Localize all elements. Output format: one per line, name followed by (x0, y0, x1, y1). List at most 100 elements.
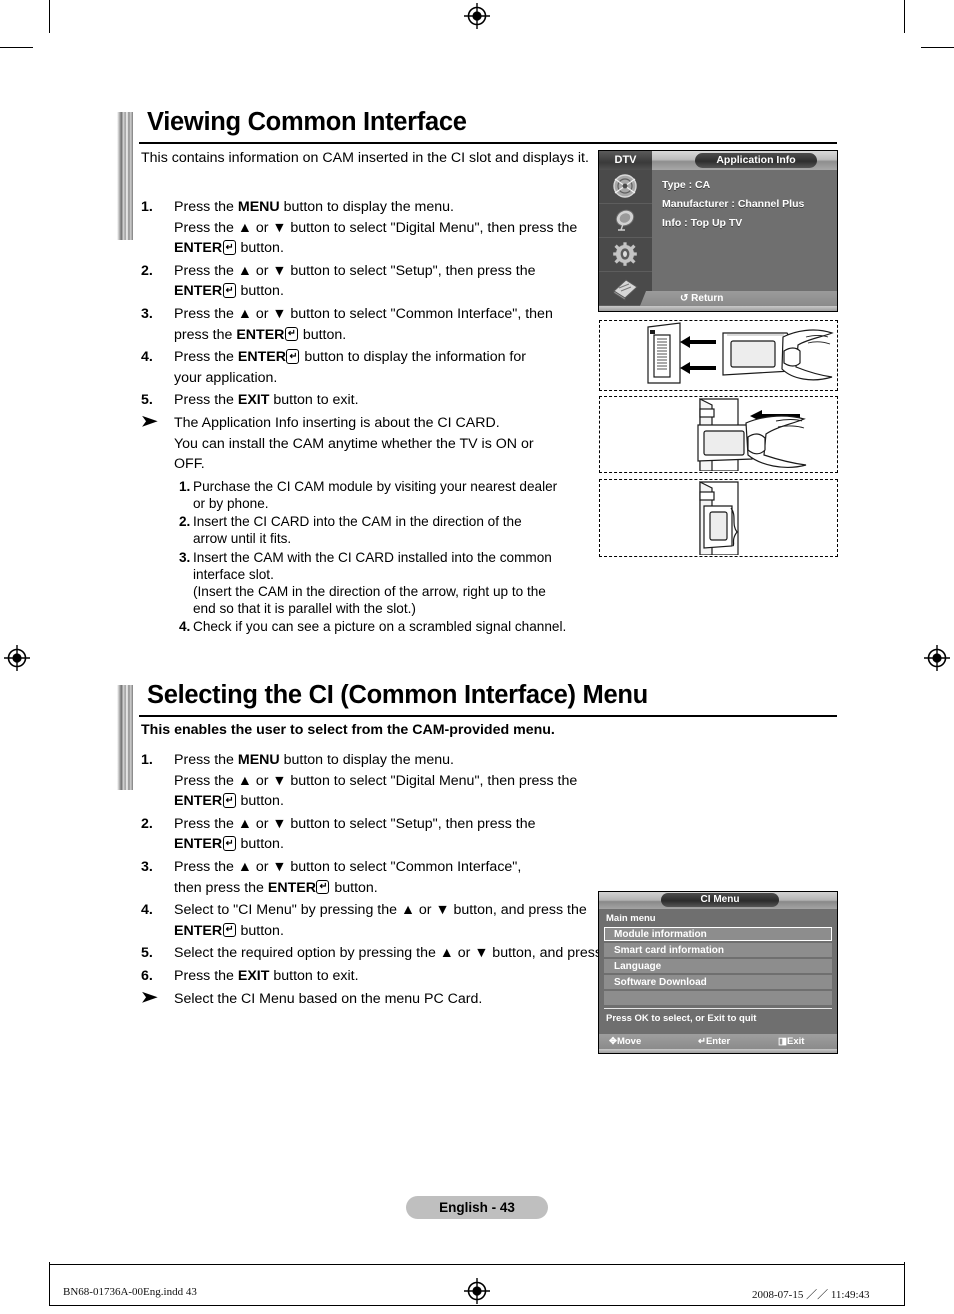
step-text: button. (236, 240, 284, 257)
ci-footer-move[interactable]: ✥Move (609, 1034, 641, 1049)
osd-info-row: Manufacturer : Channel Plus (662, 198, 805, 210)
registration-mark-left-center (4, 645, 30, 671)
section1-heading: Viewing Common Interface (117, 108, 837, 240)
ci-menu-list: Module information Smart card information… (599, 927, 837, 1005)
sub-step-number: 4. (179, 619, 191, 635)
section1-sublist: 1. Purchase the CI CAM module by visiting… (141, 478, 596, 636)
step-number: 3. (141, 858, 153, 875)
emphasis-text: MENU (237, 752, 280, 768)
ci-footer-move-label: Move (616, 1036, 642, 1047)
sub-step-number: 1. (179, 478, 191, 494)
osd-title-bar: DTV Application Info (599, 151, 837, 170)
ci-osd-title: CI Menu (661, 893, 779, 907)
emphasis-text: ENTER (174, 836, 223, 853)
sub-step-line: interface slot. (193, 566, 274, 582)
heading-accent-bar (117, 685, 133, 790)
registration-mark-top-center (464, 3, 490, 29)
ci-footer-exit[interactable]: ◨Exit (778, 1034, 804, 1049)
section1-intro-text: This contains information on CAM inserte… (141, 150, 589, 166)
footer-rule (49, 1264, 905, 1265)
step-number: 4. (141, 349, 153, 366)
ci-menu-item[interactable]: Module information (604, 927, 832, 941)
setup-gear-icon[interactable] (599, 238, 652, 272)
ci-menu-osd: CI Menu Main menu Module information Smar… (598, 891, 838, 1054)
step-text: then press the (174, 879, 268, 896)
heading-accent-bar (117, 112, 133, 240)
ci-footer-bar: ✥Move ↵Enter ◨Exit (599, 1034, 837, 1049)
illustration-cam-installed (599, 479, 838, 557)
sub-step-item: 1. Purchase the CI CAM module by visiting… (179, 478, 596, 512)
emphasis-text: ENTER (237, 349, 286, 366)
osd-title: Application Info (695, 153, 817, 168)
registration-mark-right-center (924, 645, 950, 671)
antenna-icon[interactable] (599, 170, 652, 204)
section1-title: Viewing Common Interface (147, 108, 467, 136)
section1-intro: This contains information on CAM inserte… (141, 150, 591, 168)
emphasis-text: EXIT (237, 392, 270, 409)
step-line: Press the ▲ or ▼ button to select "Setup… (174, 261, 596, 282)
step-line: Press the MENU button to display the men… (174, 197, 596, 218)
step-text: button to exit. (269, 967, 359, 984)
note-arrow-icon: ➤ (140, 988, 158, 1006)
step-item: 4. Press the ENTER ↵ button to display the… (141, 347, 596, 388)
step-text: button. (236, 836, 284, 853)
step-text: press the (174, 326, 237, 343)
step-text: button. (236, 922, 284, 939)
crop-mark-top-right-h (921, 47, 954, 48)
step-text: button. (236, 793, 284, 810)
ci-footer-enter[interactable]: ↵Enter (698, 1034, 730, 1049)
ci-menu-item-empty[interactable] (604, 991, 832, 1005)
section-selecting-ci-menu: Selecting the CI (Common Interface) Menu (117, 681, 837, 790)
osd-info-row: Info : Top Up TV (662, 217, 743, 229)
step-number: 2. (141, 815, 153, 832)
ci-hint-text: Press OK to select, or Exit to quit (606, 1013, 757, 1024)
crop-mark-top-right-v (904, 0, 905, 33)
sub-step-line: (Insert the CAM in the direction of the … (193, 583, 546, 599)
manual-page: Viewing Common Interface This contains i… (0, 0, 954, 1314)
ci-menu-item[interactable]: Language (604, 959, 832, 973)
step-item: 3. Press the ▲ or ▼ button to select "Com… (141, 304, 596, 345)
registration-mark-bottom-center (464, 1278, 490, 1304)
step-text: Press the (174, 967, 238, 984)
satellite-dish-icon[interactable] (599, 204, 652, 238)
note-arrow-icon: ➤ (140, 412, 158, 430)
step-text: button to exit. (269, 392, 359, 409)
move-icon: ✥ (609, 1036, 617, 1047)
step-number: 3. (141, 305, 153, 322)
sub-step-number: 2. (179, 514, 191, 530)
emphasis-text: ENTER (267, 879, 316, 896)
osd-body: Type : CA Manufacturer : Channel Plus In… (599, 170, 837, 311)
ci-main-menu-label: Main menu (606, 913, 656, 924)
emphasis-text: ENTER (174, 283, 223, 300)
step-line: your application. (174, 368, 596, 389)
step-item: 1. Press the MENU button to display the m… (141, 750, 801, 812)
crop-mark-top-left-h (0, 47, 33, 48)
emphasis-text: ENTER (174, 793, 223, 810)
sub-step-line: arrow until it fits. (193, 531, 292, 547)
section1-rule (139, 142, 837, 144)
step-line: Press the EXIT button to exit. (174, 390, 596, 411)
step-line: Press the ▲ or ▼ button to select "Digit… (174, 218, 596, 239)
step-text: Select to "CI Menu" by pressing the ▲ or… (174, 902, 587, 919)
step-text: button to display the menu. (279, 752, 454, 768)
step-line: press the ENTER ↵ button. (174, 325, 596, 346)
step-text: button to display the information for (300, 349, 526, 366)
emphasis-text: ENTER (174, 922, 223, 939)
step-number: 1. (141, 199, 153, 215)
step-number: 6. (141, 967, 153, 984)
ci-osd-title-bar: CI Menu (599, 892, 837, 909)
osd-info-list: Type : CA Manufacturer : Channel Plus In… (652, 170, 837, 311)
enter-key-icon: ↵ (222, 836, 236, 851)
print-filename: BN68-01736A-00Eng.indd 43 (63, 1286, 197, 1298)
ci-bottom-strip (599, 1049, 837, 1053)
ci-menu-item[interactable]: Software Download (604, 975, 832, 989)
step-item: 5. Press the EXIT button to exit. (141, 390, 596, 411)
osd-return-button[interactable]: ↺ Return (652, 291, 837, 306)
osd-info-row: Type : CA (662, 179, 711, 191)
step-text: button. (330, 879, 378, 896)
ci-footer-enter-label: Enter (705, 1036, 731, 1047)
step-line: ENTER ↵ button. (174, 238, 596, 259)
ci-menu-item[interactable]: Smart card information (604, 943, 832, 957)
section2-intro: This enables the user to select from the… (141, 722, 611, 740)
section2-title: Selecting the CI (Common Interface) Menu (147, 681, 648, 709)
